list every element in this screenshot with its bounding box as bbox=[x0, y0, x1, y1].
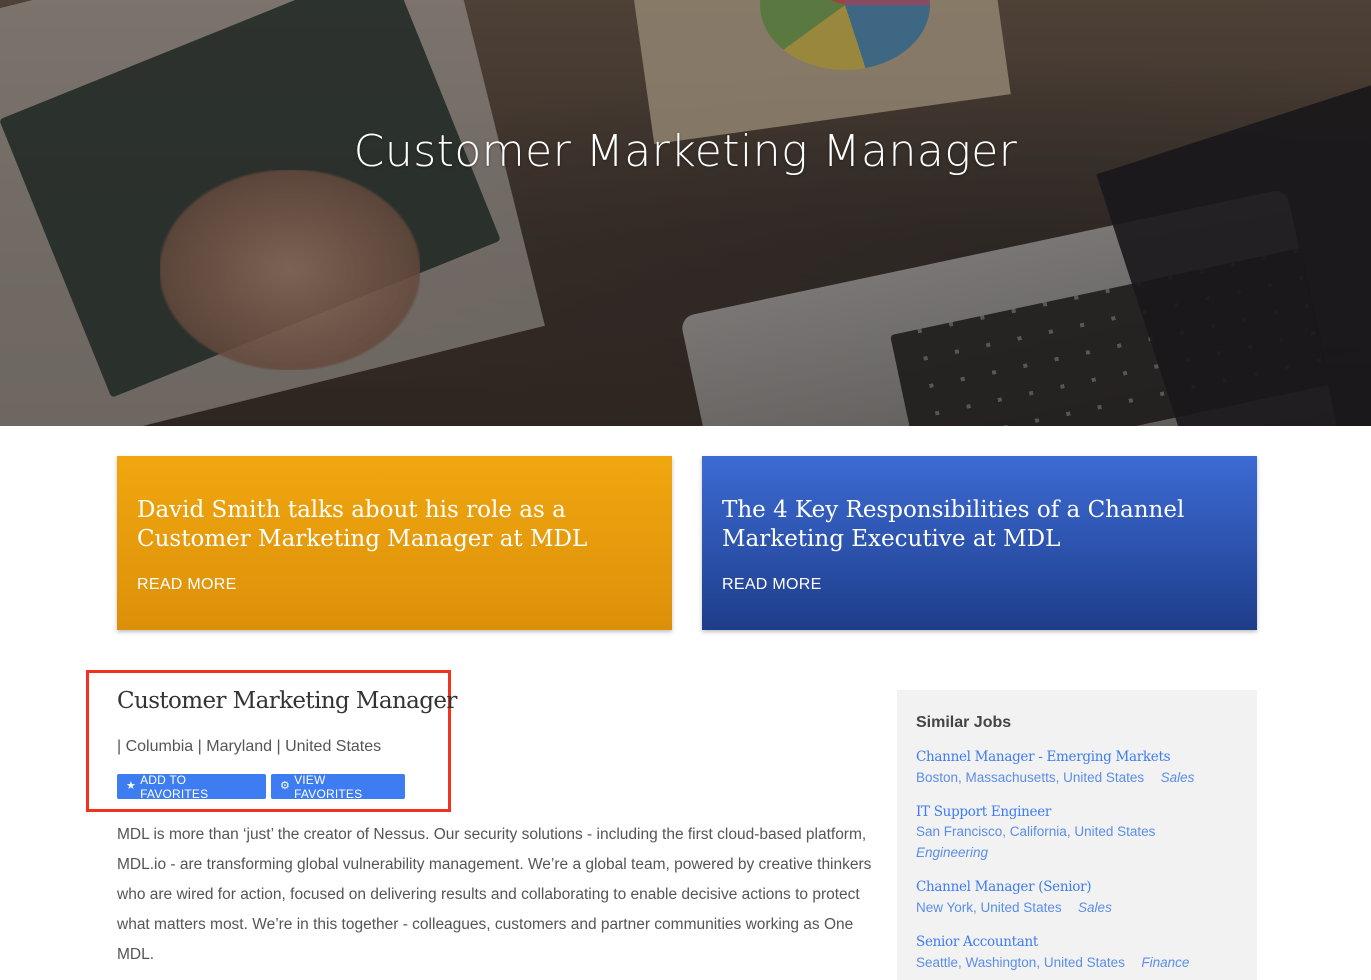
list-item: Senior Accountant Seattle, Washington, U… bbox=[916, 933, 1238, 974]
promo-card-title: David Smith talks about his role as a Cu… bbox=[137, 497, 588, 552]
similar-job-title-link[interactable]: Senior Accountant bbox=[916, 933, 1238, 952]
similar-job-location: Seattle, Washington, United States bbox=[916, 955, 1125, 970]
gear-icon: ⚙ bbox=[280, 780, 291, 792]
read-more-link[interactable]: READ MORE bbox=[722, 576, 822, 594]
similar-job-title-link[interactable]: Channel Manager (Senior) bbox=[916, 878, 1238, 897]
similar-jobs-heading: Similar Jobs bbox=[916, 714, 1012, 731]
similar-job-category: Engineering bbox=[916, 845, 989, 860]
promo-card-channel-marketing[interactable]: The 4 Key Responsibilities of a Channel … bbox=[702, 456, 1257, 630]
view-favorites-button[interactable]: ⚙ VIEW FAVORITES bbox=[271, 772, 405, 801]
promo-card-title: The 4 Key Responsibilities of a Channel … bbox=[722, 497, 1185, 552]
list-item: Channel Manager - Emerging Markets Bosto… bbox=[916, 748, 1238, 789]
similar-job-category: Sales bbox=[1078, 900, 1112, 915]
list-item: Channel Manager (Senior) New York, Unite… bbox=[916, 878, 1238, 919]
add-to-favorites-button[interactable]: ★ ADD TO FAVORITES bbox=[117, 772, 266, 801]
read-more-link[interactable]: READ MORE bbox=[137, 576, 237, 594]
view-favorites-label: VIEW FAVORITES bbox=[294, 772, 363, 801]
similar-job-title-link[interactable]: Channel Manager - Emerging Markets bbox=[916, 748, 1238, 767]
hero-overlay bbox=[0, 0, 1371, 426]
hero-title: Customer Marketing Manager bbox=[353, 126, 1018, 177]
similar-job-location: New York, United States bbox=[916, 900, 1062, 915]
add-to-favorites-label: ADD TO FAVORITES bbox=[140, 772, 209, 801]
similar-jobs-sidebar: Similar Jobs Channel Manager - Emerging … bbox=[897, 690, 1257, 980]
job-description: MDL is more than ‘just’ the creator of N… bbox=[117, 826, 872, 963]
similar-job-location: San Francisco, California, United States bbox=[916, 824, 1156, 839]
similar-job-location: Boston, Massachusetts, United States bbox=[916, 770, 1145, 785]
job-location: | Columbia | Maryland | United States bbox=[117, 738, 382, 755]
job-title: Customer Marketing Manager bbox=[117, 688, 457, 714]
hero-banner: Customer Marketing Manager bbox=[0, 0, 1371, 426]
promo-card-customer-marketing[interactable]: David Smith talks about his role as a Cu… bbox=[117, 456, 672, 630]
similar-job-category: Sales bbox=[1160, 770, 1195, 785]
similar-job-title-link[interactable]: IT Support Engineer bbox=[916, 803, 1238, 822]
list-item: IT Support Engineer San Francisco, Calif… bbox=[916, 803, 1238, 864]
star-icon: ★ bbox=[126, 780, 137, 792]
similar-job-category: Finance bbox=[1141, 955, 1190, 970]
